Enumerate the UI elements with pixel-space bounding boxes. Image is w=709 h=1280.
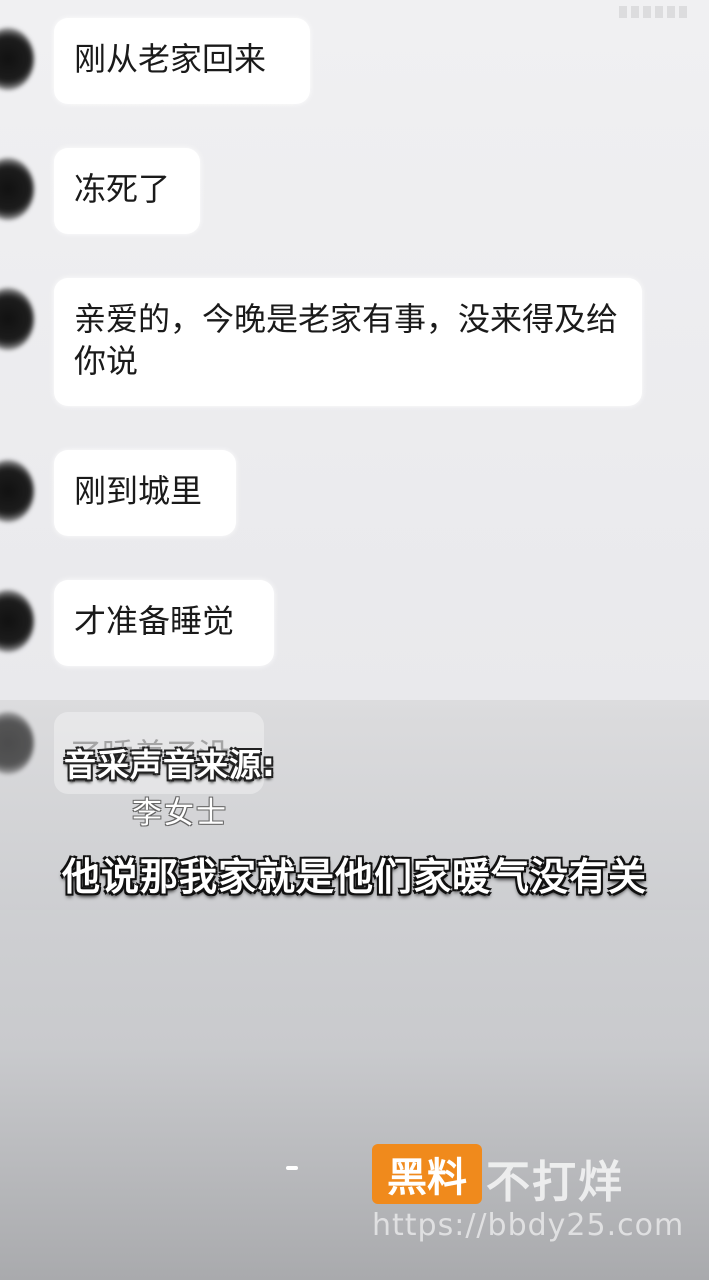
message-bubble[interactable]: 刚从老家回来 [54,18,310,104]
source-label: 音采声音来源: [64,746,276,784]
watermark-brand: 不打烊 [486,1157,624,1208]
message-text: 亲爱的，今晚是老家有事，没来得及给你说 [74,300,619,380]
watermark-url: https://bbdy25.com [372,1208,685,1243]
status-mark [619,6,689,18]
message-text: 刚到城里 [74,472,203,510]
message-bubble[interactable]: 亲爱的，今晚是老家有事，没来得及给你说 [54,278,642,406]
video-subtitle: 他说那我家就是他们家暖气没有关 [61,855,647,899]
message-bubble[interactable]: 刚到城里 [54,450,236,536]
message-bubble[interactable]: 冻死了 [54,148,200,234]
message-bubble[interactable]: 才准备睡觉 [54,580,274,666]
watermark-logo: 黑料 [372,1144,482,1204]
progress-dash [286,1166,298,1170]
message-text: 才准备睡觉 [74,602,235,640]
message-text: 冻死了 [74,170,171,208]
message-text: 刚从老家回来 [74,40,267,78]
source-name: 李女士 [132,796,228,831]
